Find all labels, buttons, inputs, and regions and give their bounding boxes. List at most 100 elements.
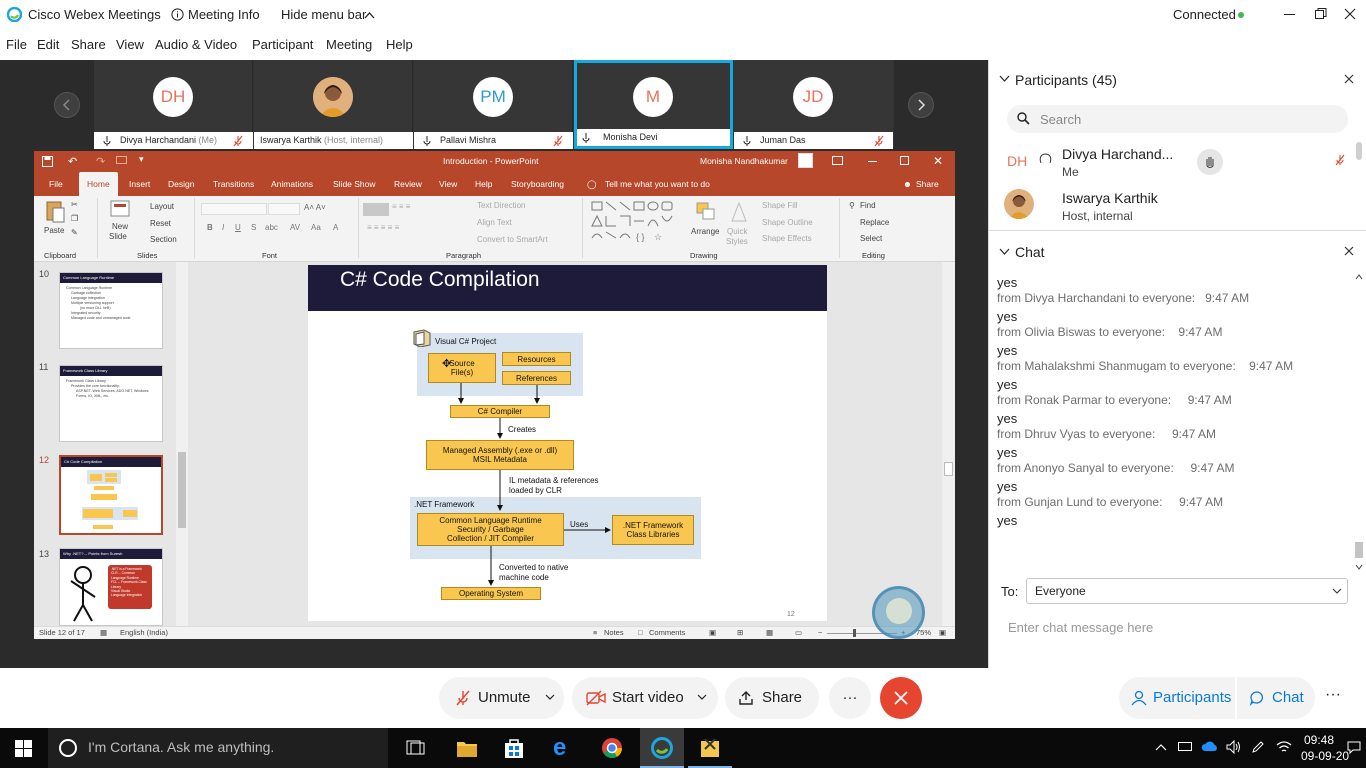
tab-animations[interactable]: Animations — [271, 172, 313, 196]
chat-scrollbar[interactable] — [1353, 274, 1365, 574]
shape-outline-button[interactable]: Shape Outline — [762, 218, 813, 227]
more-options-button[interactable]: ··· — [829, 677, 871, 719]
strip-prev-button[interactable] — [54, 92, 80, 118]
onedrive-icon[interactable] — [1201, 741, 1219, 752]
language-status[interactable]: English (India) — [120, 627, 168, 639]
menu-share[interactable]: Share — [71, 30, 106, 60]
italic-icon[interactable]: I — [222, 223, 224, 232]
tab-view[interactable]: View — [439, 172, 457, 196]
ppt-close-icon[interactable]: ✕ — [933, 154, 943, 168]
edge-icon[interactable]: e — [553, 736, 566, 760]
tab-insert[interactable]: Insert — [129, 172, 150, 196]
font-size-box[interactable] — [268, 203, 300, 215]
bold-icon[interactable]: B — [207, 223, 213, 232]
convert-smartart-button[interactable]: Convert to SmartArt — [477, 235, 548, 244]
scroll-down-icon[interactable] — [1355, 564, 1363, 570]
shadow-icon[interactable]: S — [251, 223, 256, 232]
chat-toggle[interactable]: Chat — [1237, 677, 1315, 719]
menu-file[interactable]: File — [6, 30, 27, 60]
pen-icon[interactable] — [1251, 740, 1265, 754]
quick-styles-icon[interactable] — [729, 201, 749, 223]
qat-more-icon[interactable]: ▾ — [139, 154, 144, 165]
participant-row[interactable]: DH Divya Harchand... Me — [989, 142, 1366, 182]
close-chat-icon[interactable] — [1344, 246, 1354, 256]
clock-time[interactable]: 09:48 — [1304, 733, 1334, 747]
case-icon[interactable]: Aa — [311, 223, 321, 232]
notifications-icon[interactable] — [1347, 741, 1361, 754]
tray-chevron-icon[interactable] — [1155, 743, 1167, 751]
quick-styles-label-2[interactable]: Styles — [726, 237, 748, 246]
task-view-icon[interactable] — [406, 740, 426, 756]
chat-scrollbar-thumb[interactable] — [1355, 542, 1363, 558]
tab-review[interactable]: Review — [394, 172, 422, 196]
edit-scrollbar[interactable] — [942, 262, 955, 626]
arrange-label[interactable]: Arrange — [691, 227, 719, 236]
wifi-icon[interactable] — [1276, 740, 1292, 754]
quick-styles-label-1[interactable]: Quick — [727, 227, 747, 236]
pointer-bubble[interactable] — [872, 586, 925, 639]
close-window-icon[interactable] — [1344, 8, 1356, 20]
panel-more-icon[interactable]: ··· — [1325, 685, 1341, 705]
arrange-icon[interactable] — [695, 201, 717, 221]
zoom-slider-thumb[interactable] — [853, 629, 856, 637]
minimize-icon[interactable] — [1284, 14, 1295, 15]
spacing-icon[interactable]: AV — [290, 223, 300, 232]
section-button[interactable]: Section — [150, 235, 177, 244]
new-slide-label-1[interactable]: New — [112, 222, 128, 231]
copy-icon[interactable]: ❐ — [71, 214, 78, 223]
find-button[interactable]: Find — [860, 201, 876, 210]
cut-icon[interactable]: ✂ — [71, 200, 78, 209]
tab-slide-show[interactable]: Slide Show — [333, 172, 376, 196]
participants-scrollbar[interactable] — [1356, 142, 1362, 160]
unmute-button[interactable]: Unmute — [439, 677, 564, 719]
numbering-icon[interactable]: ≡ ≡ ≡ — [392, 202, 410, 211]
tab-design[interactable]: Design — [168, 172, 194, 196]
video-tile[interactable]: PM Pallavi Mishra — [414, 60, 573, 149]
volume-icon[interactable] — [1226, 740, 1242, 754]
participant-row[interactable]: Iswarya Karthik Host, internal — [989, 186, 1366, 226]
chevron-down-icon[interactable] — [697, 694, 707, 701]
video-tile[interactable]: JD Juman Das — [734, 60, 893, 149]
redo-icon[interactable]: ↷ — [96, 155, 105, 168]
shapes-gallery[interactable]: { } ☆ — [590, 200, 686, 242]
slide-thumbnail[interactable]: Common Language Runtime Common Language … — [59, 272, 163, 349]
layout-button[interactable]: Layout — [150, 202, 174, 211]
tab-storyboarding[interactable]: Storyboarding — [511, 172, 564, 196]
shape-fill-button[interactable]: Shape Fill — [762, 201, 798, 210]
zoom-out-icon[interactable]: − — [818, 627, 822, 639]
normal-view-icon[interactable]: ▣ — [709, 627, 716, 639]
restore-icon[interactable] — [1315, 8, 1327, 20]
info-icon[interactable] — [171, 8, 184, 21]
format-painter-icon[interactable]: ✎ — [71, 228, 78, 237]
thumb-scrollbar[interactable] — [176, 262, 188, 626]
slide-thumbnail-selected[interactable]: C# Code Compilation — [59, 455, 163, 535]
participants-toggle[interactable]: Participants — [1119, 677, 1235, 719]
reset-button[interactable]: Reset — [150, 219, 171, 228]
store-icon[interactable] — [504, 737, 524, 759]
select-button[interactable]: Select — [860, 234, 882, 243]
align-text-button[interactable]: Align Text — [477, 218, 512, 227]
grow-font-icon[interactable]: A˄ A˅ — [304, 203, 326, 212]
ppt-restore-icon[interactable] — [900, 156, 909, 165]
participant-search-field[interactable]: Search — [1007, 105, 1348, 133]
new-slide-icon[interactable] — [110, 200, 130, 218]
video-tile-active[interactable]: M Monisha Devi — [574, 60, 733, 149]
tools-taskbar-item[interactable] — [688, 728, 732, 768]
chevron-up-icon[interactable] — [364, 11, 375, 19]
undo-icon[interactable]: ↶ — [68, 155, 77, 168]
video-tile[interactable]: Iswarya Karthik (Host, internal) — [254, 60, 413, 149]
raise-hand-button[interactable] — [1197, 149, 1223, 175]
text-direction-button[interactable]: Text Direction — [477, 201, 525, 210]
paste-icon[interactable] — [45, 199, 65, 223]
menu-help[interactable]: Help — [386, 30, 413, 60]
notes-button[interactable]: Notes — [604, 627, 624, 639]
shape-effects-button[interactable]: Shape Effects — [762, 234, 812, 243]
strike-icon[interactable]: abc — [265, 223, 278, 232]
chat-input-field[interactable]: Enter chat message here — [997, 612, 1357, 662]
recipient-select[interactable]: Everyone — [1026, 578, 1348, 604]
menu-participant[interactable]: Participant — [252, 30, 313, 60]
replace-button[interactable]: Replace — [860, 218, 889, 227]
user-avatar[interactable] — [798, 153, 813, 168]
start-video-button[interactable]: Start video — [572, 677, 718, 719]
chrome-icon[interactable] — [601, 737, 623, 759]
